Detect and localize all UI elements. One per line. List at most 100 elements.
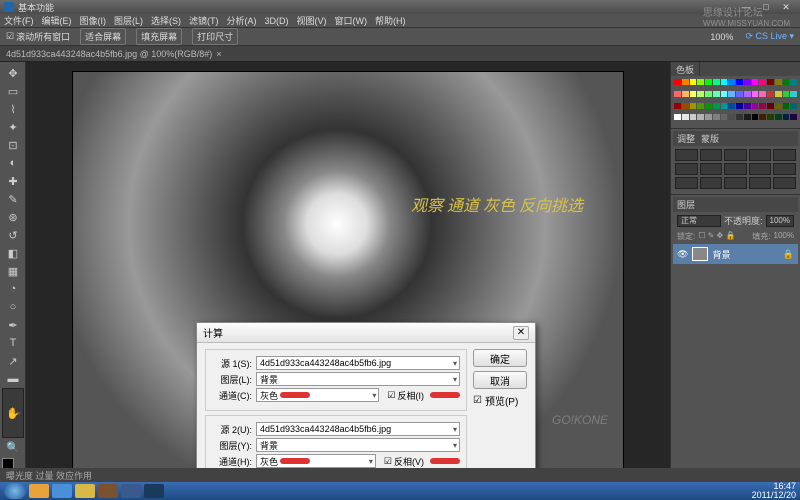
swatch[interactable] [783,79,790,85]
wand-tool[interactable]: ✦ [2,118,24,136]
menu-window[interactable]: 窗口(W) [335,14,368,27]
zoom-value[interactable]: 100% [710,32,733,42]
adj-icon[interactable] [724,163,747,175]
brush-tool[interactable]: ✎ [2,190,24,208]
swatches-panel[interactable] [671,76,800,128]
swatch[interactable] [767,91,774,97]
src1-select[interactable]: 4d51d933ca443248ac4b5fb6.jpg [256,356,460,370]
type-tool[interactable]: T [2,334,24,352]
adj-icon[interactable] [675,163,698,175]
adj-icon[interactable] [724,149,747,161]
swatch[interactable] [690,114,697,120]
swatch[interactable] [728,103,735,109]
swatch[interactable] [697,103,704,109]
swatch[interactable] [759,103,766,109]
src2-select[interactable]: 4d51d933ca443248ac4b5fb6.jpg [256,422,460,436]
swatch[interactable] [697,91,704,97]
shape-tool[interactable]: ▬ [2,370,24,388]
swatch[interactable] [690,79,697,85]
swatch[interactable] [775,114,782,120]
swatch[interactable] [705,79,712,85]
eraser-tool[interactable]: ◧ [2,244,24,262]
menu-select[interactable]: 选择(S) [151,14,181,27]
blend-mode-select[interactable]: 正常 [677,215,721,227]
swatch[interactable] [674,91,681,97]
swatch[interactable] [783,91,790,97]
swatch[interactable] [682,103,689,109]
menu-3d[interactable]: 3D(D) [265,16,289,26]
swatch[interactable] [682,79,689,85]
swatch[interactable] [674,114,681,120]
swatch[interactable] [767,79,774,85]
swatch[interactable] [790,114,797,120]
cslive[interactable]: ⟳ CS Live ▾ [745,31,794,42]
swatch[interactable] [752,79,759,85]
swatch[interactable] [790,79,797,85]
taskbar-clock[interactable]: 16:472011/12/20 [752,482,796,500]
window-controls[interactable]: —□✕ [736,2,796,13]
adj-icon[interactable] [773,149,796,161]
move-tool[interactable]: ✥ [2,64,24,82]
swatch[interactable] [697,114,704,120]
swatch[interactable] [674,103,681,109]
swatch[interactable] [682,91,689,97]
swatch[interactable] [767,114,774,120]
swatch[interactable] [790,91,797,97]
marquee-tool[interactable]: ▭ [2,82,24,100]
swatch[interactable] [736,103,743,109]
swatch[interactable] [767,103,774,109]
swatch[interactable] [721,114,728,120]
swatch[interactable] [690,103,697,109]
swatch[interactable] [721,103,728,109]
option-print-size[interactable]: 打印尺寸 [192,28,238,45]
swatch[interactable] [705,91,712,97]
menu-analyze[interactable]: 分析(A) [227,14,257,27]
adj-icon[interactable] [749,163,772,175]
swatch[interactable] [744,103,751,109]
swatch[interactable] [790,103,797,109]
swatch[interactable] [752,103,759,109]
swatch[interactable] [682,114,689,120]
taskbar-icon[interactable] [98,484,118,498]
layer2-select[interactable]: 背景 [256,438,460,452]
preview-check[interactable]: 预览(P) [473,393,527,408]
path-tool[interactable]: ↗ [2,352,24,370]
adj-icon[interactable] [700,177,723,189]
adj-icon[interactable] [773,163,796,175]
menu-edit[interactable]: 编辑(E) [42,14,72,27]
swatch[interactable] [721,79,728,85]
layer1-select[interactable]: 背景 [256,372,460,386]
taskbar-icon[interactable] [52,484,72,498]
swatch[interactable] [783,114,790,120]
dodge-tool[interactable]: ○ [2,298,24,316]
close-icon[interactable]: ✕ [513,326,529,340]
hand-tool[interactable]: ✋ [2,388,24,438]
swatch[interactable] [736,91,743,97]
mask-tab[interactable]: 蒙版 [701,132,719,145]
option-actual[interactable]: 填充屏幕 [136,28,182,45]
swatch[interactable] [775,103,782,109]
menu-filter[interactable]: 滤镜(T) [189,14,219,27]
layer-opacity[interactable]: 100% [766,215,794,227]
swatch[interactable] [744,91,751,97]
swatch[interactable] [744,114,751,120]
taskbar-icon[interactable] [121,484,141,498]
adj-icon[interactable] [675,149,698,161]
adj-icon[interactable] [749,177,772,189]
menu-view[interactable]: 视图(V) [297,14,327,27]
menu-image[interactable]: 图像(I) [80,14,107,27]
swatch[interactable] [759,114,766,120]
blur-tool[interactable]: ◔ [2,280,24,298]
menu-layer[interactable]: 图层(L) [114,14,143,27]
swatch[interactable] [783,103,790,109]
ok-button[interactable]: 确定 [473,349,527,367]
heal-tool[interactable]: ✚ [2,172,24,190]
invert1-check[interactable]: 反相(I) [387,389,424,402]
zoom-tool[interactable]: 🔍 [2,438,24,456]
swatch[interactable] [728,91,735,97]
stamp-tool[interactable]: ⊛ [2,208,24,226]
swatches-tab[interactable]: 色板 [671,62,700,76]
swatch[interactable] [752,91,759,97]
eyedrop-tool[interactable]: ◐ [2,154,24,172]
swatch[interactable] [721,91,728,97]
